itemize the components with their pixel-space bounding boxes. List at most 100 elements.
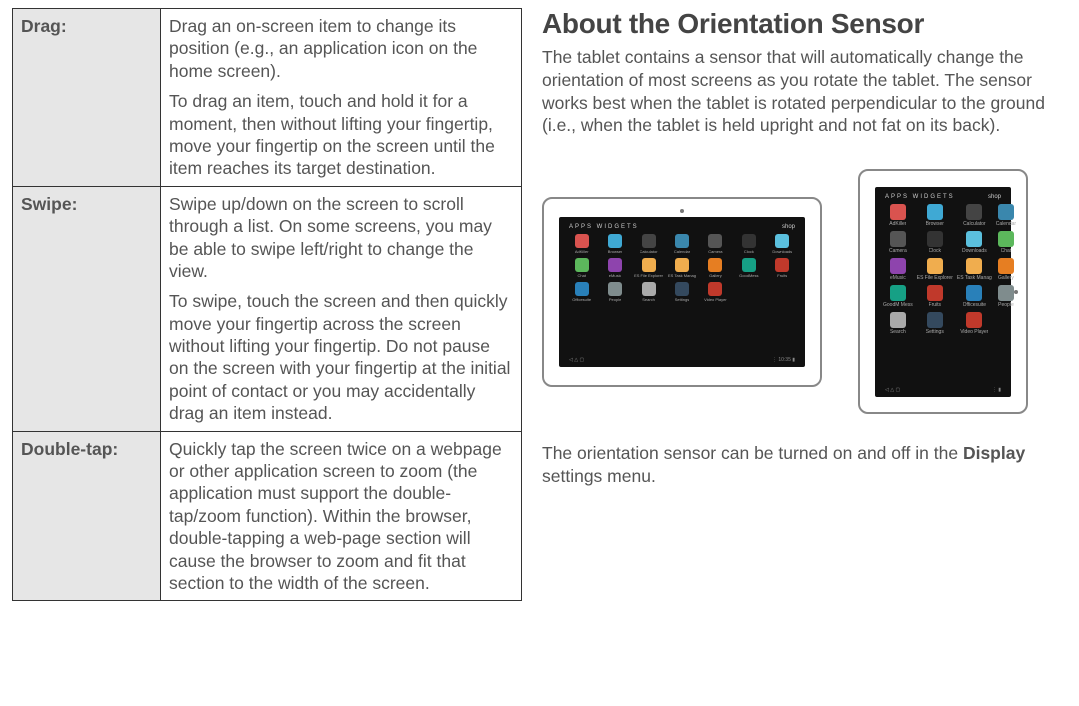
app-icon: Settings (667, 282, 696, 302)
app-icon-graphic (998, 258, 1014, 274)
app-label: ES Task Manag (668, 273, 696, 278)
app-icon-graphic (998, 204, 1014, 220)
app-icon: Downloads (768, 234, 797, 254)
app-icon-graphic (708, 258, 722, 272)
app-icon-graphic (890, 204, 906, 220)
app-icon: ES File Explorer (634, 258, 663, 278)
app-icon-graphic (642, 234, 656, 248)
app-icon-graphic (998, 231, 1014, 247)
app-icon: Gallery (996, 258, 1016, 281)
app-icon: People (996, 285, 1016, 308)
app-icon-graphic (642, 282, 656, 296)
app-label: Downloads (772, 249, 792, 254)
app-label: Fruits (929, 302, 942, 308)
outro-paragraph: The orientation sensor can be turned on … (542, 442, 1067, 488)
tablet-landscape-screen: APPS WIDGETS shop AdKiller Browser Calcula… (559, 217, 805, 367)
app-label: Search (890, 329, 906, 335)
app-label: ES File Explorer (917, 275, 953, 281)
app-icon: Fruits (917, 285, 953, 308)
app-icon-graphic (675, 234, 689, 248)
app-icon: eMusic (600, 258, 629, 278)
app-icon-graphic (775, 258, 789, 272)
app-icon: Browser (600, 234, 629, 254)
app-icon-graphic (708, 282, 722, 296)
app-label: Clock (744, 249, 754, 254)
app-icon: Gallery (701, 258, 730, 278)
app-icon-graphic (675, 282, 689, 296)
app-label: Officesuite (572, 297, 591, 302)
app-label: Camera (889, 248, 907, 254)
app-label: Browser (608, 249, 623, 254)
app-icon: Calendar (667, 234, 696, 254)
gesture-description: Drag an on-screen item to change its pos… (161, 9, 522, 187)
app-icon: GoodMess (734, 258, 763, 278)
app-icon-graphic (966, 231, 982, 247)
tablet-portrait: APPS WIDGETS shop AdKillerBrowserCalcula… (858, 169, 1028, 414)
app-icon: Video Player (701, 282, 730, 302)
gesture-description-para: To swipe, touch the screen and then quic… (169, 290, 513, 424)
app-icon: Chat (996, 231, 1016, 254)
gesture-term: Double-tap: (13, 431, 161, 601)
app-icon-graphic (890, 312, 906, 328)
app-label: Search (642, 297, 655, 302)
app-icon-graphic (890, 258, 906, 274)
app-icon: Calculator (957, 204, 992, 227)
app-icon-graphic (966, 285, 982, 301)
app-icon: Downloads (957, 231, 992, 254)
app-icon-graphic (890, 285, 906, 301)
app-label: Gallery (709, 273, 722, 278)
app-icon: Clock (917, 231, 953, 254)
app-icon: eMusic (883, 258, 913, 281)
app-label: ES Task Manag (957, 275, 992, 281)
gesture-table-column: Drag:Drag an on-screen item to change it… (12, 8, 522, 698)
app-icon: ES Task Manag (957, 258, 992, 281)
app-icon: Search (634, 282, 663, 302)
topbar-tabs: APPS WIDGETS (569, 224, 639, 230)
intro-paragraph: The tablet contains a sensor that will a… (542, 46, 1067, 137)
app-label: Chat (1001, 248, 1012, 254)
app-icon-graphic (927, 285, 943, 301)
app-label: Downloads (962, 248, 987, 254)
app-icon-graphic (575, 282, 589, 296)
app-label: AdKiller (575, 249, 589, 254)
app-icon-graphic (927, 231, 943, 247)
app-icon: GoodM Mess (883, 285, 913, 308)
section-title: About the Orientation Sensor (542, 8, 1067, 40)
navbar: ◁ △ ▢⋮ ▮ (883, 387, 1003, 393)
app-label: Gallery (998, 275, 1014, 281)
gesture-table: Drag:Drag an on-screen item to change it… (12, 8, 522, 601)
app-icon: Search (883, 312, 913, 335)
app-icon: Officesuite (957, 285, 992, 308)
app-icon: Browser (917, 204, 953, 227)
app-label: eMusic (609, 273, 622, 278)
app-label: Video Player (960, 329, 988, 335)
gesture-term: Drag: (13, 9, 161, 187)
app-icon: Calendar (996, 204, 1016, 227)
table-row: Drag:Drag an on-screen item to change it… (13, 9, 522, 187)
app-icon: Fruits (768, 258, 797, 278)
app-label: Calendar (674, 249, 690, 254)
app-icon-graphic (966, 204, 982, 220)
app-icon-graphic (775, 234, 789, 248)
topbar-tabs: APPS WIDGETS (885, 194, 955, 200)
topbar-shop: shop (782, 224, 795, 230)
gesture-description-para: To drag an item, touch and hold it for a… (169, 90, 513, 180)
outro-post: settings menu. (542, 466, 656, 486)
app-icon-graphic (675, 258, 689, 272)
tablet-illustrations: APPS WIDGETS shop AdKiller Browser Calcula… (542, 169, 1067, 414)
navbar: ◁ △ ▢⋮ 10:35 ▮ (567, 357, 797, 363)
app-label: Fruits (777, 273, 787, 278)
app-label: Calendar (996, 221, 1016, 227)
app-label: Browser (926, 221, 944, 227)
outro-bold: Display (963, 443, 1025, 463)
app-label: Calculator (640, 249, 658, 254)
app-icon: Camera (701, 234, 730, 254)
app-label: AdKiller (889, 221, 906, 227)
app-icon-graphic (708, 234, 722, 248)
app-icon-graphic (608, 282, 622, 296)
app-icon-graphic (998, 285, 1014, 301)
app-label: Settings (926, 329, 944, 335)
app-label: Officesuite (963, 302, 987, 308)
app-label: GoodMess (739, 273, 758, 278)
app-label: Calculator (963, 221, 986, 227)
